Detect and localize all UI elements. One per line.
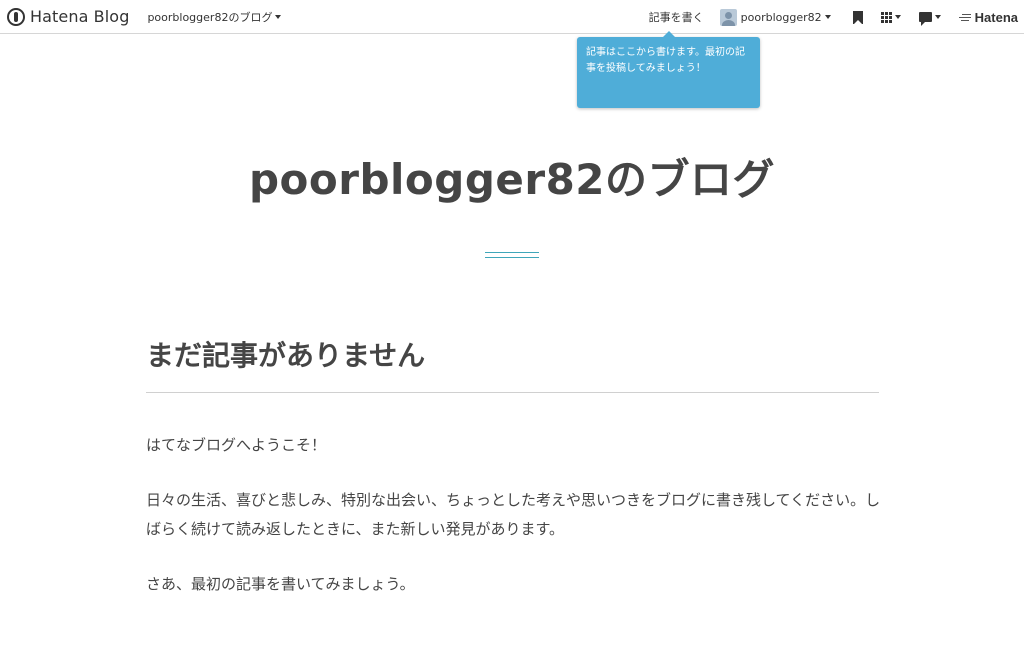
global-header: Hatena Blog poorblogger82のブログ 記事を書く poor… <box>0 0 1024 34</box>
hatena-blog-home-link[interactable]: Hatena Blog <box>7 0 129 34</box>
avatar-icon <box>719 8 737 26</box>
apps-grid-icon <box>880 11 892 23</box>
user-menu-dropdown[interactable]: poorblogger82 <box>719 8 831 26</box>
chevron-down-icon <box>275 14 282 19</box>
title-divider <box>485 252 539 258</box>
blog-title[interactable]: poorblogger82のブログ <box>0 146 1024 207</box>
brand-name: Hatena Blog <box>30 7 130 26</box>
hatena-label: Hatena <box>974 9 1018 25</box>
comment-icon <box>918 12 932 26</box>
blog-switcher-dropdown[interactable]: poorblogger82のブログ <box>147 9 282 25</box>
entry-paragraph: さあ、最初の記事を書いてみましょう。 <box>146 575 415 593</box>
bookmark-button[interactable] <box>852 10 863 25</box>
tooltip-text: 記事はここから書けます。最初の記事を投稿してみましょう！ <box>586 47 745 74</box>
entry-paragraph: はてなブログへようこそ！ <box>146 436 327 454</box>
header-actions: 記事を書く poorblogger82 Hatena <box>649 0 1018 34</box>
notifications-button[interactable] <box>918 12 941 26</box>
entry-paragraph: 日々の生活、喜びと悲しみ、特別な出会い、ちょっとした考えや思いつきをブログに書き… <box>146 491 881 538</box>
hatena-home-link[interactable]: Hatena <box>958 9 1018 25</box>
bookmark-icon <box>852 10 863 25</box>
entry-title: まだ記事がありません <box>146 339 426 372</box>
chevron-down-icon <box>934 15 941 19</box>
write-article-link[interactable]: 記事を書く <box>649 9 704 25</box>
chevron-down-icon <box>824 15 831 19</box>
username-label: poorblogger82 <box>740 10 822 24</box>
hatena-logo-icon <box>958 13 972 21</box>
entry-body: はてなブログへようこそ！ 日々の生活、喜びと悲しみ、特別な出会い、ちょっとした考… <box>146 431 892 625</box>
write-article-tooltip: 記事はここから書けます。最初の記事を投稿してみましょう！ <box>577 31 760 108</box>
blog-switcher-label: poorblogger82のブログ <box>147 10 273 24</box>
chevron-down-icon <box>894 15 901 19</box>
entry-divider <box>146 392 879 393</box>
apps-menu-button[interactable] <box>880 11 901 23</box>
hatena-blog-logo-icon <box>7 7 25 26</box>
